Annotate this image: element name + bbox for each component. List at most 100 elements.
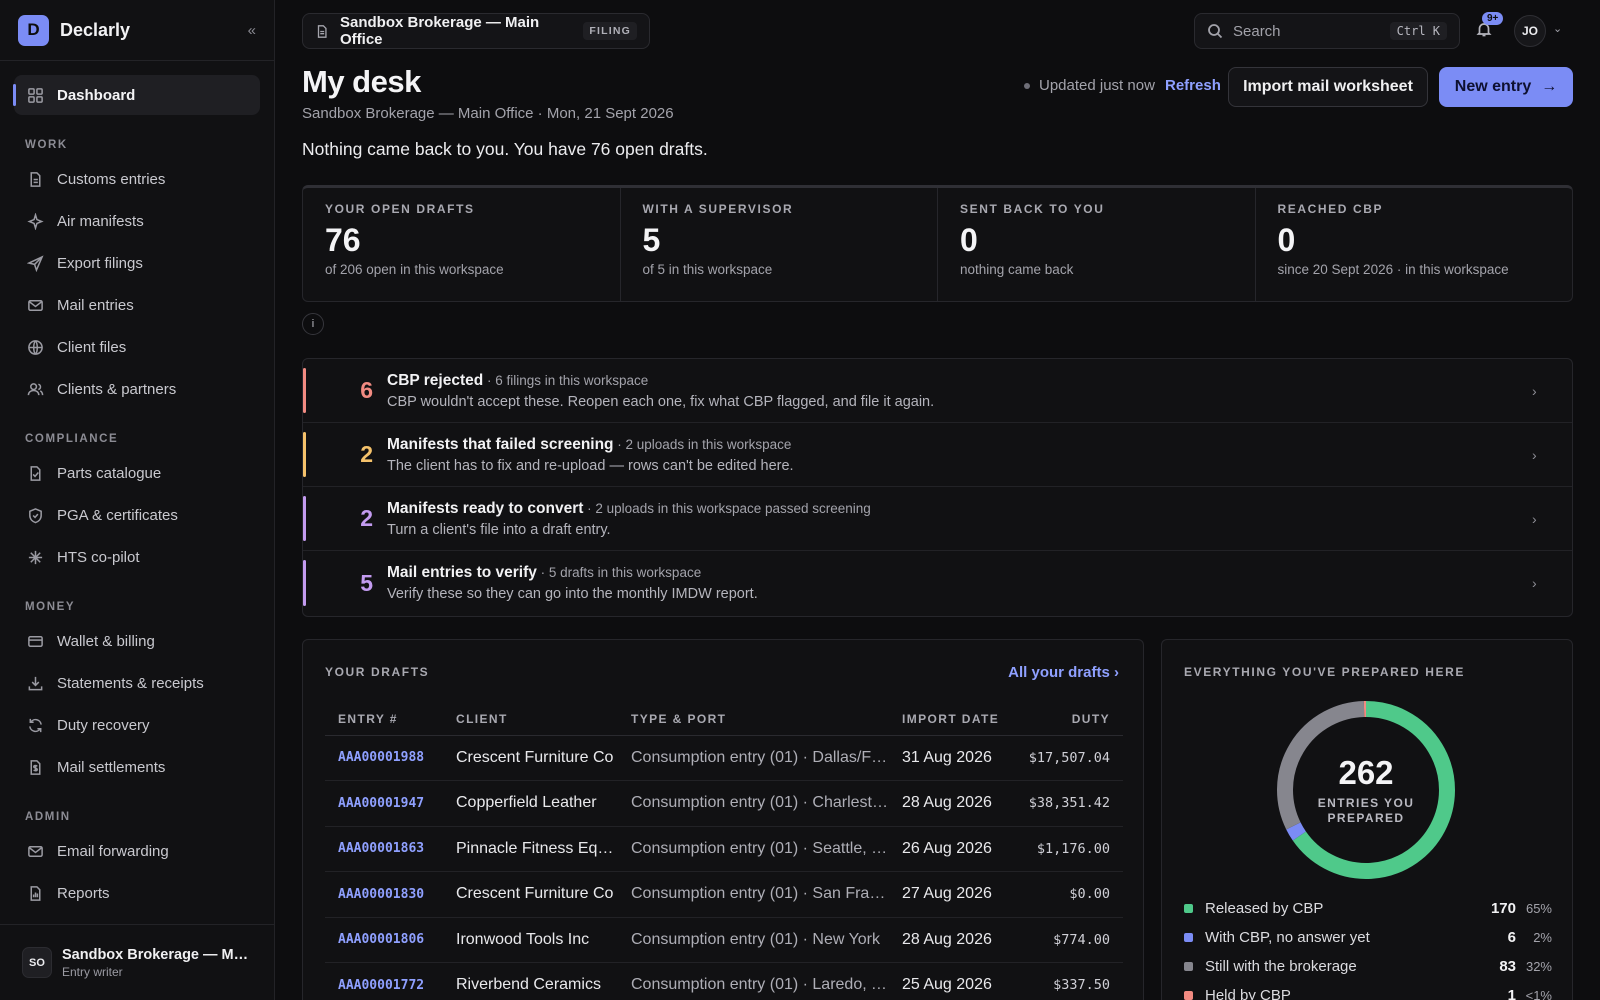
update-status: Updated just now — [1024, 77, 1155, 94]
attention-item[interactable]: 5 Mail entries to verify · 5 drafts in t… — [303, 551, 1572, 615]
workspace-pill[interactable]: Sandbox Brokerage — Main Office FILING — [302, 13, 650, 49]
legend-swatch — [1184, 904, 1193, 913]
users-icon — [26, 380, 44, 398]
stat-value: 0 — [960, 222, 978, 258]
legend-count: 83 — [1499, 958, 1516, 975]
type-port-cell: Consumption entry (01) · Dallas/Fort Wor… — [618, 735, 889, 781]
sidebar-item-wallet-billing[interactable]: Wallet & billing — [14, 621, 260, 661]
sidebar-item-statements-receipts[interactable]: Statements & receipts — [14, 663, 260, 703]
duty-cell: $774.00 — [1011, 917, 1123, 963]
sidebar-item-pga-certificates[interactable]: PGA & certificates — [14, 495, 260, 535]
sidebar-item-export-filings[interactable]: Export filings — [14, 243, 260, 283]
attention-item[interactable]: 6 CBP rejected · 6 filings in this works… — [303, 359, 1572, 423]
stat-value: 0 — [1277, 222, 1296, 258]
stat-label: WITH A SUPERVISOR — [642, 202, 794, 216]
status-dot-icon — [1024, 82, 1030, 89]
sidebar-nav: Dashboard WORK Customs entries Air manifes… — [0, 75, 274, 913]
sidebar-item-client-files[interactable]: Client files — [14, 327, 260, 367]
sidebar-item-customs-entries[interactable]: Customs entries — [14, 159, 260, 199]
column-header-duty[interactable]: DUTY — [1011, 703, 1123, 736]
alert-color-bar — [303, 560, 306, 606]
table-row[interactable]: AAA00001863 Pinnacle Fitness Equipment C… — [325, 826, 1123, 872]
legend-percent: 2% — [1533, 930, 1552, 945]
sidebar-item-mail-settlements[interactable]: Mail settlements — [14, 747, 260, 787]
drafts-card: YOUR DRAFTS All your drafts › ENTRY # CL… — [302, 639, 1144, 1000]
all-drafts-link[interactable]: All your drafts › — [1008, 664, 1119, 681]
alert-meta: · 5 drafts in this workspace — [536, 565, 702, 580]
user-avatar[interactable]: JO — [1514, 15, 1546, 47]
entry-number-link[interactable]: AAA00001830 — [325, 871, 443, 918]
table-row[interactable]: AAA00001772 Riverbend Ceramics Consumpti… — [325, 962, 1123, 1000]
entry-number-link[interactable]: AAA00001772 — [325, 962, 443, 1000]
alert-meta: · 2 uploads in this workspace — [613, 436, 792, 452]
sidebar-item-duty-recovery[interactable]: Duty recovery — [14, 705, 260, 745]
column-header-entry[interactable]: ENTRY # — [325, 703, 443, 736]
sidebar-item-label: Email forwarding — [57, 842, 169, 860]
report-icon — [26, 884, 44, 902]
import-mail-worksheet-button[interactable]: Import mail worksheet — [1228, 67, 1428, 107]
donut-legend: Released by CBP 170 65% With CBP, no ans… — [1184, 894, 1552, 1000]
stats-panel: YOUR OPEN DRAFTS 76 of 206 open in this … — [302, 185, 1573, 302]
collapse-sidebar-icon[interactable]: « — [248, 22, 256, 39]
brand-header: D Declarly « — [0, 0, 274, 61]
alert-description: Verify these so they can go into the mon… — [387, 586, 758, 602]
sidebar-item-label: Duty recovery — [57, 716, 150, 734]
sidebar-item-clients-partners[interactable]: Clients & partners — [14, 369, 260, 409]
sidebar-item-email-forwarding[interactable]: Email forwarding — [14, 831, 260, 871]
brand-name: Declarly — [60, 19, 131, 40]
alert-count: 2 — [360, 505, 373, 531]
legend-label: Released by CBP — [1205, 900, 1324, 917]
column-header-client[interactable]: CLIENT — [443, 703, 618, 736]
sidebar-item-air-manifests[interactable]: Air manifests — [14, 201, 260, 241]
search-input[interactable]: Search Ctrl K — [1194, 13, 1460, 49]
alert-title: Mail entries to verify — [387, 564, 537, 581]
info-icon[interactable]: i — [302, 313, 324, 335]
sidebar-item-label: Customs entries — [57, 170, 166, 188]
attention-item[interactable]: 2 Manifests that failed screening · 2 up… — [303, 423, 1572, 487]
stat-note: since 20 Sept 2026 · in this workspace — [1277, 262, 1509, 277]
document-icon — [26, 170, 44, 188]
alert-color-bar — [303, 432, 306, 477]
chevron-down-icon[interactable]: ⌄ — [1553, 22, 1562, 35]
entry-number-link[interactable]: AAA00001988 — [325, 735, 443, 781]
client-cell: Riverbend Ceramics — [443, 962, 618, 1000]
page-subtitle: Sandbox Brokerage — Main Office · Mon, 2… — [302, 105, 674, 122]
entry-number-link[interactable]: AAA00001863 — [325, 826, 443, 872]
alert-count: 5 — [360, 569, 373, 596]
table-row[interactable]: AAA00001988 Crescent Furniture Co Consum… — [325, 735, 1123, 781]
entry-number-link[interactable]: AAA00001806 — [325, 917, 443, 963]
client-cell: Ironwood Tools Inc — [443, 917, 618, 963]
sidebar-item-dashboard[interactable]: Dashboard — [13, 75, 260, 115]
column-header-type[interactable]: TYPE & PORT — [618, 703, 889, 736]
alert-meta: · 2 uploads in this workspace passed scr… — [583, 500, 871, 516]
chevron-right-icon: › — [1114, 664, 1119, 681]
table-row[interactable]: AAA00001830 Crescent Furniture Co Consum… — [325, 871, 1123, 918]
alert-description: Turn a client's file into a draft entry. — [387, 521, 611, 538]
sidebar-item-label: Wallet & billing — [57, 632, 155, 650]
sidebar-item-reports[interactable]: Reports — [14, 873, 260, 913]
sidebar-item-mail-entries[interactable]: Mail entries — [14, 285, 260, 325]
new-entry-button[interactable]: New entry → — [1439, 67, 1573, 107]
stat-label: REACHED CBP — [1277, 202, 1384, 216]
legend-item: Held by CBP 1 <1% — [1184, 981, 1552, 1000]
table-row[interactable]: AAA00001806 Ironwood Tools Inc Consumpti… — [325, 917, 1123, 963]
type-port-cell: Consumption entry (01) · Charleston — [618, 780, 889, 827]
table-row[interactable]: AAA00001947 Copperfield Leather Consumpt… — [325, 780, 1123, 827]
stat-note: nothing came back — [960, 262, 1074, 277]
summary-message: Nothing came back to you. You have 76 op… — [302, 139, 708, 159]
wallet-icon — [26, 632, 44, 650]
alert-description: The client has to fix and re-upload — ro… — [387, 457, 794, 474]
column-header-date[interactable]: IMPORT DATE — [889, 703, 1011, 736]
sidebar-item-parts-catalogue[interactable]: Parts catalogue — [14, 453, 260, 493]
alert-title: Manifests ready to convert — [387, 499, 584, 517]
sidebar-item-label: Mail entries — [57, 296, 134, 314]
import-date-cell: 31 Aug 2026 — [889, 735, 1011, 781]
refresh-link[interactable]: Refresh — [1165, 77, 1221, 94]
notification-badge: 9+ — [1482, 12, 1504, 25]
type-port-cell: Consumption entry (01) · Seattle, WA — [618, 826, 889, 872]
workspace-avatar: SO — [22, 947, 52, 978]
attention-item[interactable]: 2 Manifests ready to convert · 2 uploads… — [303, 487, 1572, 551]
sidebar-item-hts-co-pilot[interactable]: HTS co-pilot — [14, 537, 260, 577]
entry-number-link[interactable]: AAA00001947 — [325, 780, 443, 827]
workspace-switcher[interactable]: SO Sandbox Brokerage — Main Office Entry… — [0, 924, 274, 1000]
